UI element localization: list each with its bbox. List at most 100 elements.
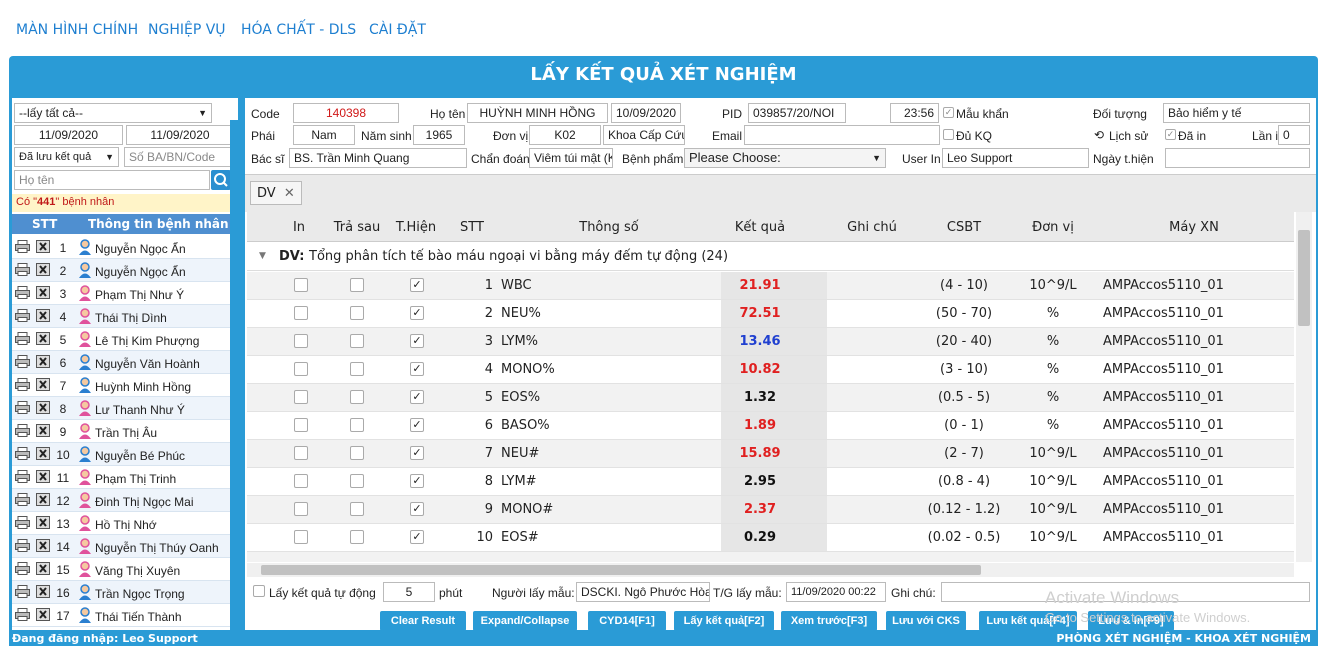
print-icon[interactable] <box>15 309 30 322</box>
performed-checkbox[interactable]: ✓ <box>410 446 424 460</box>
patient-row[interactable]: 13 Hồ Thị Nhớ <box>12 512 230 535</box>
row-result[interactable]: 10.82 <box>721 362 799 377</box>
patient-row[interactable]: 16 Trần Ngọc Trọng <box>12 581 230 604</box>
delete-icon[interactable] <box>36 332 51 345</box>
delete-icon[interactable] <box>36 608 51 621</box>
patient-row[interactable]: 2 Nguyễn Ngọc Ẩn <box>12 259 230 282</box>
name-field[interactable]: HUỲNH MINH HỒNG <box>467 103 608 123</box>
collector-field[interactable]: DSCKI. Ngô Phước Hòa <box>576 582 710 602</box>
print-icon[interactable] <box>15 263 30 276</box>
pay-later-checkbox[interactable] <box>350 334 364 348</box>
object-field[interactable]: Bảo hiểm y tế <box>1163 103 1310 123</box>
close-icon[interactable]: ✕ <box>284 186 295 201</box>
exec-date-field[interactable] <box>1165 148 1310 168</box>
patient-row[interactable]: 3 Phạm Thị Như Ý <box>12 282 230 305</box>
user-in-field[interactable]: Leo Support <box>942 148 1089 168</box>
performed-checkbox[interactable]: ✓ <box>410 334 424 348</box>
row-result[interactable]: 1.89 <box>721 418 799 433</box>
pay-later-checkbox[interactable] <box>350 390 364 404</box>
performed-checkbox[interactable]: ✓ <box>410 418 424 432</box>
urgent-checkbox[interactable]: ✓ <box>943 107 954 118</box>
clear-result-button[interactable]: Clear Result <box>380 611 466 631</box>
print-icon[interactable] <box>15 355 30 368</box>
nav-chemicals[interactable]: HÓA CHẤT - DLS <box>241 22 356 38</box>
print-checkbox[interactable] <box>294 502 308 516</box>
pay-later-checkbox[interactable] <box>350 418 364 432</box>
print-times-field[interactable]: 0 <box>1278 125 1310 145</box>
code-field[interactable]: 140398 <box>293 103 399 123</box>
delete-icon[interactable] <box>36 585 51 598</box>
full-result-checkbox[interactable] <box>943 129 954 140</box>
row-result[interactable]: 13.46 <box>721 334 799 349</box>
print-checkbox[interactable] <box>294 334 308 348</box>
table-row[interactable]: ✓ 8 LYM# 2.95 (0.8 - 4) 10^9/L AMPAccos5110_01 <box>247 468 1294 496</box>
performed-checkbox[interactable]: ✓ <box>410 474 424 488</box>
print-icon[interactable] <box>15 470 30 483</box>
patient-row[interactable]: 8 Lư Thanh Như Ý <box>12 397 230 420</box>
get-result-button[interactable]: Lấy kết quả[F2] <box>674 611 774 631</box>
email-field[interactable] <box>744 125 940 145</box>
table-row[interactable]: ✓ 1 WBC 21.91 (4 - 10) 10^9/L AMPAccos5110_01 <box>247 272 1294 300</box>
name-search-input[interactable]: Họ tên <box>14 170 210 190</box>
delete-icon[interactable] <box>36 240 51 253</box>
date-to-input[interactable]: 11/09/2020 <box>126 125 234 145</box>
cyd14-button[interactable]: CYD14[F1] <box>588 611 666 631</box>
delete-icon[interactable] <box>36 539 51 552</box>
patient-row[interactable]: 9 Trần Thị Âu <box>12 420 230 443</box>
save-with-signature-button[interactable]: Lưu với CKS <box>886 611 966 631</box>
print-icon[interactable] <box>15 562 30 575</box>
grid-vscrollbar[interactable] <box>1296 212 1312 562</box>
preview-button[interactable]: Xem trước[F3] <box>781 611 877 631</box>
print-icon[interactable] <box>15 493 30 506</box>
delete-icon[interactable] <box>36 493 51 506</box>
table-row[interactable]: ✓ 10 EOS# 0.29 (0.02 - 0.5) 10^9/L AMPAccos511… <box>247 524 1294 552</box>
print-icon[interactable] <box>15 608 30 621</box>
delete-icon[interactable] <box>36 447 51 460</box>
row-result[interactable]: 21.91 <box>721 278 799 293</box>
table-row[interactable]: ✓ 3 LYM% 13.46 (20 - 40)% AMPAccos5110_01 <box>247 328 1294 356</box>
row-result[interactable]: 2.37 <box>721 502 799 517</box>
row-result[interactable]: 2.95 <box>721 474 799 489</box>
print-checkbox[interactable] <box>294 530 308 544</box>
gender-field[interactable]: Nam <box>293 125 355 145</box>
pay-later-checkbox[interactable] <box>350 306 364 320</box>
table-row[interactable]: ✓ 2 NEU% 72.51 (50 - 70)% AMPAccos5110_01 <box>247 300 1294 328</box>
table-row[interactable]: ✓ 7 NEU# 15.89 (2 - 7) 10^9/L AMPAccos5110_01 <box>247 440 1294 468</box>
collapse-icon[interactable]: ▼ <box>259 251 266 261</box>
nav-main-screen[interactable]: MÀN HÌNH CHÍNH <box>16 22 138 38</box>
print-icon[interactable] <box>15 539 30 552</box>
print-checkbox[interactable] <box>294 278 308 292</box>
performed-checkbox[interactable]: ✓ <box>410 362 424 376</box>
print-checkbox[interactable] <box>294 306 308 320</box>
patient-row[interactable]: 17 Thái Tiến Thành <box>12 604 230 627</box>
pay-later-checkbox[interactable] <box>350 502 364 516</box>
nav-settings[interactable]: CÀI ĐẶT <box>369 22 426 38</box>
table-row[interactable]: ✓ 4 MONO% 10.82 (3 - 10)% AMPAccos5110_01 <box>247 356 1294 384</box>
nav-operations[interactable]: NGHIỆP VỤ <box>148 22 226 38</box>
performed-checkbox[interactable]: ✓ <box>410 502 424 516</box>
pay-later-checkbox[interactable] <box>350 446 364 460</box>
patient-row[interactable]: 14 Nguyễn Thị Thúy Oanh <box>12 535 230 558</box>
code-search-input[interactable]: Số BA/BN/Code <box>124 147 234 167</box>
delete-icon[interactable] <box>36 309 51 322</box>
history-icon[interactable]: ⟲ <box>1094 128 1104 142</box>
printed-checkbox[interactable]: ✓ <box>1165 129 1176 140</box>
performed-checkbox[interactable]: ✓ <box>410 278 424 292</box>
auto-interval-field[interactable]: 5 <box>383 582 435 602</box>
print-icon[interactable] <box>15 447 30 460</box>
patient-row[interactable]: 7 Huỳnh Minh Hồng <box>12 374 230 397</box>
delete-icon[interactable] <box>36 355 51 368</box>
delete-icon[interactable] <box>36 424 51 437</box>
print-icon[interactable] <box>15 401 30 414</box>
pid-field[interactable]: 039857/20/NOI <box>748 103 846 123</box>
row-result[interactable]: 1.32 <box>721 390 799 405</box>
dob-field[interactable]: 10/09/2020 <box>611 103 681 123</box>
delete-icon[interactable] <box>36 286 51 299</box>
pay-later-checkbox[interactable] <box>350 474 364 488</box>
patient-row[interactable]: 10 Nguyễn Bé Phúc <box>12 443 230 466</box>
performed-checkbox[interactable]: ✓ <box>410 530 424 544</box>
print-icon[interactable] <box>15 424 30 437</box>
history-label[interactable]: Lịch sử <box>1109 129 1148 143</box>
pay-later-checkbox[interactable] <box>350 530 364 544</box>
expand-collapse-button[interactable]: Expand/Collapse <box>473 611 577 631</box>
